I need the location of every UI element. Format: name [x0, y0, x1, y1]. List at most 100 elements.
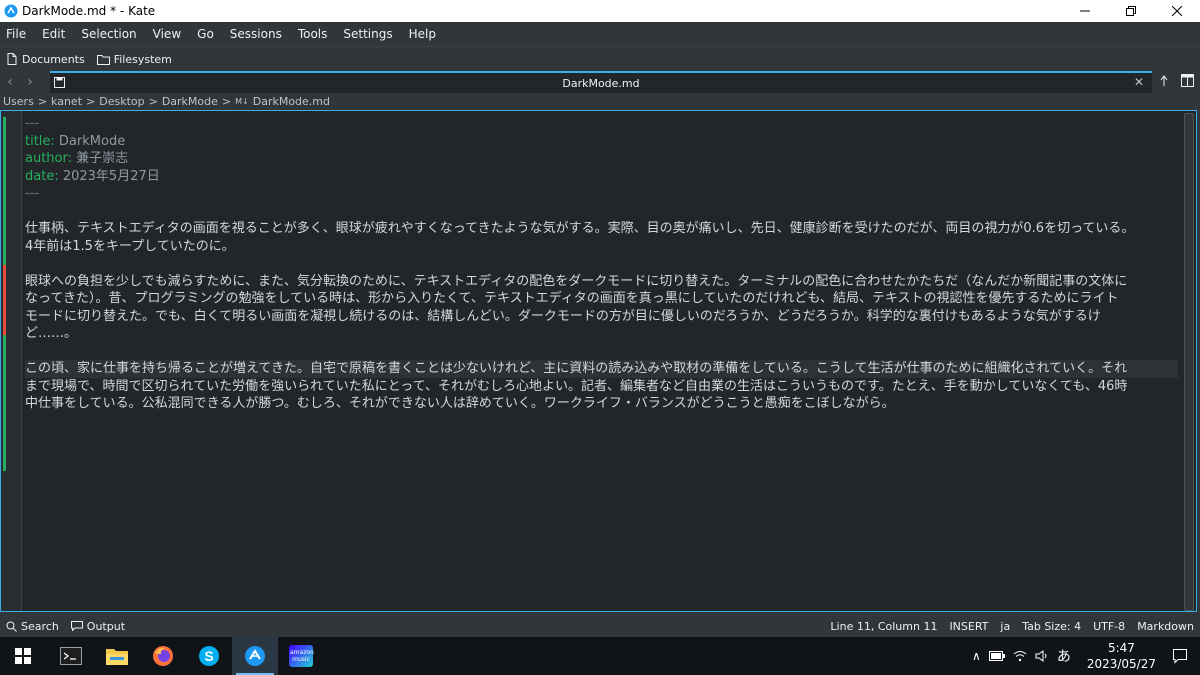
filesystem-button[interactable]: Filesystem: [96, 52, 172, 66]
menu-go[interactable]: Go: [189, 27, 222, 41]
taskbar-amazon-music[interactable]: amazon music: [278, 637, 324, 675]
frontmatter-line: title: DarkMode: [25, 133, 1178, 151]
saved-lines-marker: [3, 117, 6, 265]
crumb-kanet[interactable]: kanet: [51, 95, 82, 108]
crumb-desktop[interactable]: Desktop: [99, 95, 144, 108]
restore-icon: [1126, 6, 1136, 16]
paragraph-line: 4年前は1.5をキープしていたのに。: [25, 238, 235, 254]
window-titlebar: DarkMode.md * - Kate: [0, 0, 1200, 22]
status-bar: Search Output Line 11, Column 11 INSERT …: [0, 616, 1200, 636]
scrollbar-thumb[interactable]: [1184, 113, 1194, 611]
back-arrow-icon[interactable]: ‹: [0, 74, 20, 90]
documents-button[interactable]: Documents: [6, 53, 85, 66]
input-mode[interactable]: INSERT: [949, 620, 988, 633]
search-icon: [6, 621, 17, 632]
modified-lines-marker: [3, 265, 6, 335]
chevron-right-icon: >: [86, 94, 96, 108]
chevron-up-icon[interactable]: ∧: [972, 649, 981, 663]
cursor-position[interactable]: Line 11, Column 11: [830, 620, 937, 633]
close-window-button[interactable]: [1154, 0, 1200, 22]
ime-indicator[interactable]: あ: [1057, 646, 1071, 666]
search-panel-button[interactable]: Search: [6, 620, 59, 633]
frontmatter-value: 2023年5月27日: [58, 168, 160, 184]
amazon-music-icon: amazon music: [289, 645, 314, 667]
menu-settings[interactable]: Settings: [335, 27, 400, 41]
start-button[interactable]: [0, 637, 46, 675]
kate-icon: [4, 4, 18, 18]
text-editor[interactable]: --- title: DarkMode author: 兼子崇志 date: 2023…: [0, 110, 1197, 612]
frontmatter-delimiter: ---: [25, 116, 40, 131]
crumb-file[interactable]: DarkMode.md: [253, 95, 330, 108]
output-icon: [70, 621, 83, 631]
taskbar-skype[interactable]: S: [186, 637, 232, 675]
vertical-scrollbar[interactable]: [1182, 111, 1196, 611]
frontmatter-value: 兼子崇志: [72, 151, 129, 166]
crumb-users[interactable]: Users: [3, 95, 34, 108]
frontmatter-line: date: 2023年5月27日: [25, 168, 1178, 186]
breadcrumb: Users > kanet > Desktop > DarkMode > M↓ …: [0, 93, 1200, 109]
markdown-icon: M↓: [235, 96, 249, 106]
paragraph-line: まで現場で、時間で区切られていた労働を強いられていた私にとって、それがむしろ心地…: [25, 378, 1128, 394]
taskbar-kate[interactable]: [232, 637, 278, 675]
battery-icon[interactable]: [988, 651, 1005, 661]
amazon-music-label: amazon music: [290, 649, 314, 663]
filesystem-label: Filesystem: [113, 52, 172, 66]
frontmatter-delimiter: ---: [25, 186, 40, 201]
tab-row: ‹ › DarkMode.md ✕: [0, 71, 1200, 93]
taskbar-terminal[interactable]: [48, 637, 94, 675]
minimize-icon: [1080, 10, 1090, 12]
close-icon: [1172, 6, 1182, 16]
restore-button[interactable]: [1108, 0, 1154, 22]
taskbar-file-explorer[interactable]: [94, 637, 140, 675]
frontmatter-value: DarkMode: [54, 133, 126, 149]
menu-view[interactable]: View: [145, 27, 189, 41]
paragraph-line: モードに切り替えた。でも、白くて明るい画面を凝視し続けるのは、結構しんどい。ダー…: [25, 308, 1101, 324]
crumb-darkmode[interactable]: DarkMode: [162, 95, 218, 108]
search-label: Search: [21, 619, 59, 633]
menu-file[interactable]: File: [0, 27, 34, 41]
chevron-right-icon: >: [148, 94, 158, 108]
svg-text:S: S: [204, 648, 213, 664]
tab-size[interactable]: Tab Size: 4: [1022, 620, 1081, 633]
dictionary-language[interactable]: ja: [1000, 620, 1010, 633]
menu-selection[interactable]: Selection: [73, 27, 144, 41]
forward-arrow-icon[interactable]: ›: [20, 74, 40, 90]
clock[interactable]: 5:47 2023/05/27: [1087, 640, 1156, 672]
frontmatter-key: author:: [25, 151, 72, 166]
notification-icon[interactable]: [1172, 648, 1188, 664]
file-explorer-icon: [106, 649, 128, 665]
taskbar-firefox[interactable]: [140, 637, 186, 675]
wifi-icon[interactable]: [1013, 650, 1027, 662]
documents-label: Documents: [22, 52, 85, 66]
minimize-button[interactable]: [1062, 0, 1108, 22]
quick-open-icon[interactable]: [1160, 74, 1168, 88]
menu-bar: File Edit Selection View Go Sessions Too…: [0, 22, 1200, 47]
encoding[interactable]: UTF-8: [1093, 620, 1125, 633]
windows-logo-icon: [15, 648, 31, 664]
output-label: Output: [86, 619, 126, 633]
volume-icon[interactable]: [1035, 650, 1049, 662]
skype-icon: S: [199, 646, 219, 666]
menu-sessions[interactable]: Sessions: [222, 27, 290, 41]
chevron-right-icon: >: [221, 94, 232, 108]
split-view-icon[interactable]: [1181, 74, 1194, 87]
menu-help[interactable]: Help: [401, 27, 444, 41]
menu-tools[interactable]: Tools: [290, 27, 336, 41]
tab-darkmode-md[interactable]: DarkMode.md ✕: [50, 71, 1152, 93]
system-tray: ∧ あ 5:47 2023/05/27: [972, 637, 1200, 675]
frontmatter-line: author: 兼子崇志: [25, 150, 1178, 168]
syntax-mode[interactable]: Markdown: [1137, 620, 1194, 633]
close-tab-icon[interactable]: ✕: [1134, 75, 1144, 89]
output-panel-button[interactable]: Output: [70, 619, 126, 633]
chevron-right-icon: >: [37, 94, 48, 108]
frontmatter-key: date:: [25, 168, 59, 184]
editor-content[interactable]: --- title: DarkMode author: 兼子崇志 date: 2023…: [25, 115, 1178, 413]
clock-date: 2023/05/27: [1086, 657, 1156, 671]
menu-edit[interactable]: Edit: [34, 27, 73, 41]
windows-taskbar: S amazon music ∧ あ 5:47 2023/05/27: [0, 637, 1200, 675]
tab-label: DarkMode.md: [562, 76, 640, 90]
line-modification-gutter: [1, 111, 22, 611]
